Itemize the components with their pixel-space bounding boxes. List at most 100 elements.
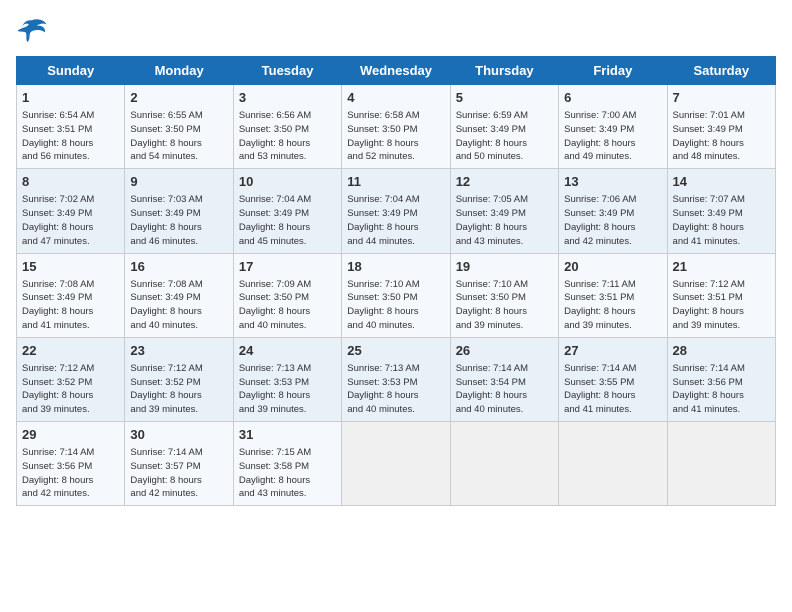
day-number: 15 bbox=[22, 258, 119, 276]
calendar-cell: 1 Sunrise: 6:54 AM Sunset: 3:51 PM Daylig… bbox=[17, 85, 125, 169]
calendar-cell: 3 Sunrise: 6:56 AM Sunset: 3:50 PM Daylig… bbox=[233, 85, 341, 169]
calendar-cell: 2 Sunrise: 6:55 AM Sunset: 3:50 PM Daylig… bbox=[125, 85, 233, 169]
column-header-monday: Monday bbox=[125, 57, 233, 85]
day-info: Sunrise: 7:14 AM Sunset: 3:56 PM Dayligh… bbox=[673, 362, 770, 417]
calendar-week-row: 8 Sunrise: 7:02 AM Sunset: 3:49 PM Daylig… bbox=[17, 169, 776, 253]
calendar-cell: 11Sunrise: 7:04 AM Sunset: 3:49 PM Dayli… bbox=[342, 169, 450, 253]
logo bbox=[16, 16, 52, 44]
calendar-week-row: 15 Sunrise: 7:08 AM Sunset: 3:49 PM Dayli… bbox=[17, 253, 776, 337]
day-number: 25 bbox=[347, 342, 444, 360]
calendar-cell: 20 Sunrise: 7:11 AM Sunset: 3:51 PM Dayli… bbox=[559, 253, 667, 337]
day-info: Sunrise: 7:14 AM Sunset: 3:54 PM Dayligh… bbox=[456, 362, 553, 417]
day-number: 29 bbox=[22, 426, 119, 444]
calendar-cell: 10 Sunrise: 7:04 AM Sunset: 3:49 PM Dayli… bbox=[233, 169, 341, 253]
day-number: 20 bbox=[564, 258, 661, 276]
column-header-sunday: Sunday bbox=[17, 57, 125, 85]
day-number: 26 bbox=[456, 342, 553, 360]
day-number: 12 bbox=[456, 173, 553, 191]
day-info: Sunrise: 7:00 AM Sunset: 3:49 PM Dayligh… bbox=[564, 109, 661, 164]
day-number: 16 bbox=[130, 258, 227, 276]
calendar-cell: 4 Sunrise: 6:58 AM Sunset: 3:50 PM Daylig… bbox=[342, 85, 450, 169]
calendar-header-row: SundayMondayTuesdayWednesdayThursdayFrid… bbox=[17, 57, 776, 85]
day-info: Sunrise: 7:13 AM Sunset: 3:53 PM Dayligh… bbox=[347, 362, 444, 417]
day-number: 30 bbox=[130, 426, 227, 444]
day-number: 1 bbox=[22, 89, 119, 107]
day-info: Sunrise: 7:01 AM Sunset: 3:49 PM Dayligh… bbox=[673, 109, 770, 164]
logo-icon bbox=[16, 16, 48, 44]
calendar-cell: 29Sunrise: 7:14 AM Sunset: 3:56 PM Dayli… bbox=[17, 422, 125, 506]
column-header-tuesday: Tuesday bbox=[233, 57, 341, 85]
calendar-cell: 18 Sunrise: 7:10 AM Sunset: 3:50 PM Dayli… bbox=[342, 253, 450, 337]
calendar-cell: 5 Sunrise: 6:59 AM Sunset: 3:49 PM Daylig… bbox=[450, 85, 558, 169]
day-number: 24 bbox=[239, 342, 336, 360]
page-header bbox=[16, 16, 776, 44]
day-info: Sunrise: 6:58 AM Sunset: 3:50 PM Dayligh… bbox=[347, 109, 444, 164]
day-info: Sunrise: 7:10 AM Sunset: 3:50 PM Dayligh… bbox=[347, 278, 444, 333]
day-number: 13 bbox=[564, 173, 661, 191]
day-number: 19 bbox=[456, 258, 553, 276]
day-info: Sunrise: 6:56 AM Sunset: 3:50 PM Dayligh… bbox=[239, 109, 336, 164]
day-info: Sunrise: 7:08 AM Sunset: 3:49 PM Dayligh… bbox=[22, 278, 119, 333]
day-number: 22 bbox=[22, 342, 119, 360]
day-info: Sunrise: 7:07 AM Sunset: 3:49 PM Dayligh… bbox=[673, 193, 770, 248]
day-info: Sunrise: 7:11 AM Sunset: 3:51 PM Dayligh… bbox=[564, 278, 661, 333]
day-number: 17 bbox=[239, 258, 336, 276]
calendar-week-row: 22 Sunrise: 7:12 AM Sunset: 3:52 PM Dayli… bbox=[17, 337, 776, 421]
calendar-cell: 19 Sunrise: 7:10 AM Sunset: 3:50 PM Dayli… bbox=[450, 253, 558, 337]
day-info: Sunrise: 7:12 AM Sunset: 3:52 PM Dayligh… bbox=[22, 362, 119, 417]
day-number: 9 bbox=[130, 173, 227, 191]
day-info: Sunrise: 7:10 AM Sunset: 3:50 PM Dayligh… bbox=[456, 278, 553, 333]
day-number: 5 bbox=[456, 89, 553, 107]
calendar-cell: 25 Sunrise: 7:13 AM Sunset: 3:53 PM Dayli… bbox=[342, 337, 450, 421]
calendar-table: SundayMondayTuesdayWednesdayThursdayFrid… bbox=[16, 56, 776, 506]
calendar-cell: 15 Sunrise: 7:08 AM Sunset: 3:49 PM Dayli… bbox=[17, 253, 125, 337]
day-number: 23 bbox=[130, 342, 227, 360]
day-info: Sunrise: 7:12 AM Sunset: 3:51 PM Dayligh… bbox=[673, 278, 770, 333]
day-info: Sunrise: 7:14 AM Sunset: 3:57 PM Dayligh… bbox=[130, 446, 227, 501]
day-info: Sunrise: 7:02 AM Sunset: 3:49 PM Dayligh… bbox=[22, 193, 119, 248]
calendar-cell: 8 Sunrise: 7:02 AM Sunset: 3:49 PM Daylig… bbox=[17, 169, 125, 253]
calendar-cell: 23Sunrise: 7:12 AM Sunset: 3:52 PM Dayli… bbox=[125, 337, 233, 421]
day-number: 31 bbox=[239, 426, 336, 444]
day-info: Sunrise: 7:08 AM Sunset: 3:49 PM Dayligh… bbox=[130, 278, 227, 333]
calendar-cell: 6 Sunrise: 7:00 AM Sunset: 3:49 PM Daylig… bbox=[559, 85, 667, 169]
calendar-cell: 22 Sunrise: 7:12 AM Sunset: 3:52 PM Dayli… bbox=[17, 337, 125, 421]
calendar-cell: 24 Sunrise: 7:13 AM Sunset: 3:53 PM Dayli… bbox=[233, 337, 341, 421]
calendar-cell: 28 Sunrise: 7:14 AM Sunset: 3:56 PM Dayli… bbox=[667, 337, 775, 421]
day-number: 6 bbox=[564, 89, 661, 107]
calendar-cell: 27Sunrise: 7:14 AM Sunset: 3:55 PM Dayli… bbox=[559, 337, 667, 421]
day-info: Sunrise: 7:13 AM Sunset: 3:53 PM Dayligh… bbox=[239, 362, 336, 417]
day-number: 14 bbox=[673, 173, 770, 191]
day-number: 28 bbox=[673, 342, 770, 360]
column-header-saturday: Saturday bbox=[667, 57, 775, 85]
calendar-cell bbox=[342, 422, 450, 506]
day-number: 10 bbox=[239, 173, 336, 191]
day-info: Sunrise: 7:15 AM Sunset: 3:58 PM Dayligh… bbox=[239, 446, 336, 501]
day-number: 7 bbox=[673, 89, 770, 107]
day-number: 8 bbox=[22, 173, 119, 191]
day-info: Sunrise: 6:59 AM Sunset: 3:49 PM Dayligh… bbox=[456, 109, 553, 164]
day-info: Sunrise: 7:03 AM Sunset: 3:49 PM Dayligh… bbox=[130, 193, 227, 248]
day-info: Sunrise: 7:06 AM Sunset: 3:49 PM Dayligh… bbox=[564, 193, 661, 248]
day-number: 2 bbox=[130, 89, 227, 107]
column-header-thursday: Thursday bbox=[450, 57, 558, 85]
calendar-week-row: 29Sunrise: 7:14 AM Sunset: 3:56 PM Dayli… bbox=[17, 422, 776, 506]
calendar-cell: 13 Sunrise: 7:06 AM Sunset: 3:49 PM Dayli… bbox=[559, 169, 667, 253]
calendar-cell: 14 Sunrise: 7:07 AM Sunset: 3:49 PM Dayli… bbox=[667, 169, 775, 253]
day-info: Sunrise: 6:55 AM Sunset: 3:50 PM Dayligh… bbox=[130, 109, 227, 164]
calendar-cell: 16 Sunrise: 7:08 AM Sunset: 3:49 PM Dayli… bbox=[125, 253, 233, 337]
day-number: 4 bbox=[347, 89, 444, 107]
calendar-cell: 30 Sunrise: 7:14 AM Sunset: 3:57 PM Dayli… bbox=[125, 422, 233, 506]
day-info: Sunrise: 7:05 AM Sunset: 3:49 PM Dayligh… bbox=[456, 193, 553, 248]
day-number: 11 bbox=[347, 173, 444, 191]
day-info: Sunrise: 6:54 AM Sunset: 3:51 PM Dayligh… bbox=[22, 109, 119, 164]
day-number: 3 bbox=[239, 89, 336, 107]
calendar-cell bbox=[450, 422, 558, 506]
day-info: Sunrise: 7:04 AM Sunset: 3:49 PM Dayligh… bbox=[239, 193, 336, 248]
calendar-cell: 17 Sunrise: 7:09 AM Sunset: 3:50 PM Dayli… bbox=[233, 253, 341, 337]
day-number: 18 bbox=[347, 258, 444, 276]
day-number: 27 bbox=[564, 342, 661, 360]
calendar-cell bbox=[667, 422, 775, 506]
day-info: Sunrise: 7:09 AM Sunset: 3:50 PM Dayligh… bbox=[239, 278, 336, 333]
calendar-cell bbox=[559, 422, 667, 506]
